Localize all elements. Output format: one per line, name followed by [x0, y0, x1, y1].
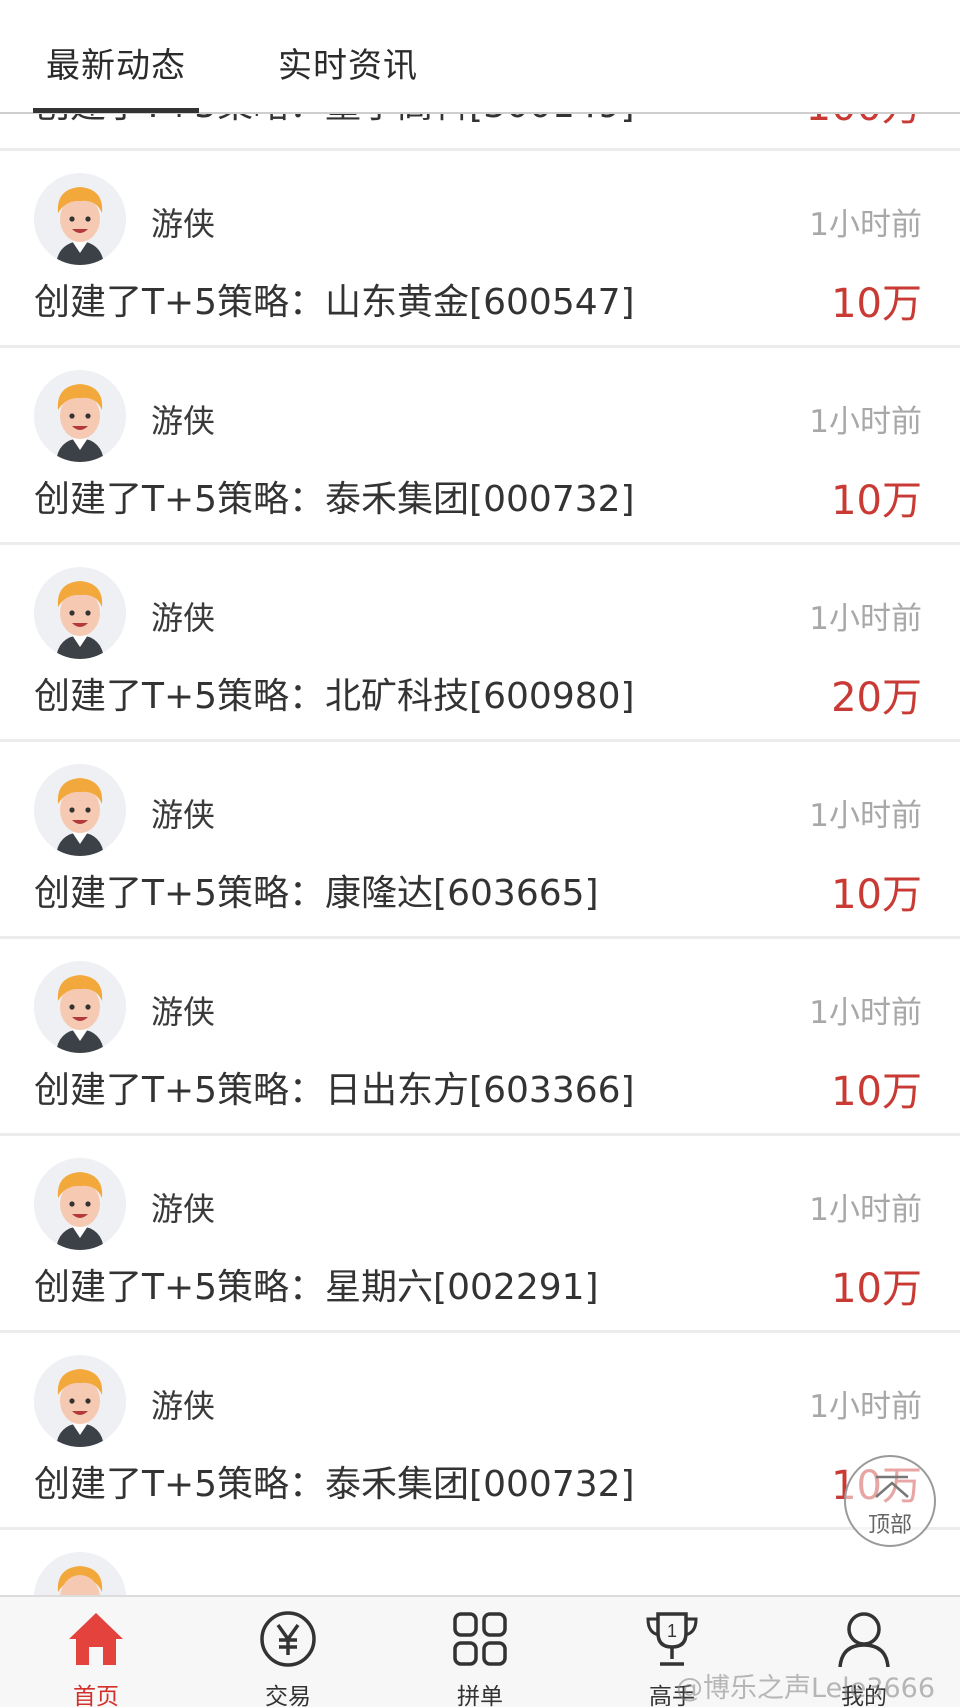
- avatar-face-icon: [34, 961, 126, 1053]
- tab-latest-activity[interactable]: 最新动态: [46, 38, 186, 87]
- feed-item-description: 创建了T+5策略：山东黄金[600547]: [34, 282, 635, 323]
- feed-list: 创建了T+5策略：量子高科[300149] 100万 游侠 1小时前 创建了T+…: [0, 0, 960, 1595]
- arrow-up-icon: [875, 1475, 909, 1498]
- back-to-top-label: 顶部: [867, 1513, 912, 1538]
- feed-item-time: 1小时前: [809, 404, 922, 440]
- feed-item-amount: 10万: [831, 1266, 922, 1312]
- avatar-face-icon: [34, 370, 126, 462]
- nav-trade[interactable]: 交易: [192, 1597, 384, 1707]
- user-icon: [838, 1612, 890, 1668]
- avatar-face-icon: [34, 567, 126, 659]
- feed-item-amount: 10万: [831, 872, 922, 918]
- user-avatar[interactable]: [34, 1158, 126, 1250]
- user-name: 游侠: [151, 993, 216, 1031]
- grid-icon: [453, 1612, 507, 1666]
- feed-item-amount: 10万: [831, 281, 922, 327]
- tab-realtime-news[interactable]: 实时资讯: [278, 38, 418, 87]
- nav-group-order[interactable]: 拼单: [384, 1597, 576, 1707]
- avatar-face-icon: [34, 1158, 126, 1250]
- user-avatar[interactable]: [34, 567, 126, 659]
- feed-item-description: 创建了T+5策略：北矿科技[600980]: [34, 676, 635, 717]
- feed-item-description: 创建了T+5策略：康隆达[603665]: [34, 873, 599, 914]
- feed-item[interactable]: 游侠 1小时前 创建了T+5策略：康隆达[603665] 10万: [0, 742, 960, 939]
- feed-item-amount: 10万: [831, 478, 922, 524]
- feed-item-time: 1小时前: [809, 1389, 922, 1425]
- feed-item[interactable]: 游侠 1小时前 创建了T+5策略：泰禾集团[000732] 10万: [0, 348, 960, 545]
- svg-text:1: 1: [667, 1621, 677, 1641]
- nav-label: 交易: [265, 1684, 311, 1707]
- active-tab-indicator: [33, 108, 199, 113]
- feed-item-time: 1小时前: [809, 207, 922, 243]
- user-avatar[interactable]: [34, 370, 126, 462]
- feed-item-description: 创建了T+5策略：星期六[002291]: [34, 1267, 599, 1308]
- feed-item[interactable]: 游侠 1小时前 创建了T+5策略：山东黄金[600547] 10万: [0, 151, 960, 348]
- activity-feed[interactable]: 创建了T+5策略：量子高科[300149] 100万 游侠 1小时前 创建了T+…: [0, 0, 960, 1595]
- user-avatar[interactable]: [34, 173, 126, 265]
- feed-item-description: 创建了T+5策略：泰禾集团[000732]: [34, 479, 635, 520]
- user-name: 游侠: [151, 402, 216, 440]
- feed-item[interactable]: 游侠 1小时前 创建了T+5策略：日出东方[603366] 10万: [0, 939, 960, 1136]
- user-name: 游侠: [151, 796, 216, 834]
- avatar-face-icon: [34, 764, 126, 856]
- top-tab-bar: 最新动态 实时资讯: [0, 0, 960, 114]
- feed-item-time: 1小时前: [809, 798, 922, 834]
- nav-home[interactable]: 首页: [0, 1597, 192, 1707]
- feed-item-description: 创建了T+5策略：泰禾集团[000732]: [34, 1464, 635, 1505]
- feed-item-amount: 20万: [831, 675, 922, 721]
- user-avatar[interactable]: [34, 1355, 126, 1447]
- yen-icon: [260, 1611, 316, 1667]
- avatar-face-icon: [34, 173, 126, 265]
- feed-item[interactable]: 游侠 1小时前 创建了T+5策略：北矿科技[600980] 20万: [0, 545, 960, 742]
- user-avatar[interactable]: [34, 961, 126, 1053]
- weibo-watermark: @博乐之声Lele3666: [676, 1673, 936, 1704]
- feed-item-time: 1小时前: [809, 1192, 922, 1228]
- back-to-top-button[interactable]: 顶部: [844, 1455, 936, 1547]
- feed-item[interactable]: 游侠 1小时前 创建了T+5策略：星期六[002291] 10万: [0, 1136, 960, 1333]
- nav-label: 拼单: [457, 1684, 503, 1707]
- user-avatar[interactable]: [34, 1552, 126, 1595]
- avatar-face-icon: [34, 1552, 126, 1595]
- nav-label: 首页: [73, 1684, 119, 1707]
- user-name: 游侠: [151, 1190, 216, 1228]
- user-avatar[interactable]: [34, 764, 126, 856]
- trophy-icon: 1: [646, 1612, 698, 1666]
- user-name: 游侠: [151, 205, 216, 243]
- feed-item-description: 创建了T+5策略：日出东方[603366]: [34, 1070, 635, 1111]
- feed-item[interactable]: 游侠 1小时前 创建了T+5策略：泰禾集团[000732] 10万: [0, 1333, 960, 1530]
- home-icon: [69, 1613, 123, 1665]
- feed-item-amount: 10万: [831, 1069, 922, 1115]
- avatar-face-icon: [34, 1355, 126, 1447]
- feed-item-time: 1小时前: [809, 601, 922, 637]
- feed-item[interactable]: [0, 1530, 960, 1595]
- feed-item-time: 1小时前: [809, 995, 922, 1031]
- user-name: 游侠: [151, 599, 216, 637]
- user-name: 游侠: [151, 1387, 216, 1425]
